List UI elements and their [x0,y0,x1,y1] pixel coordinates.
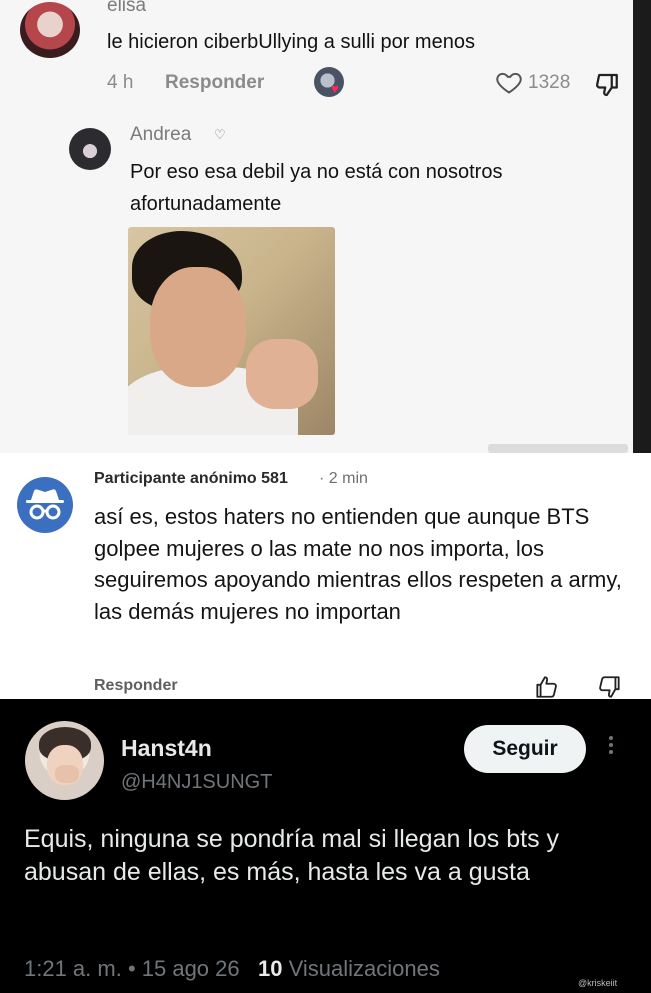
more-options-icon[interactable] [606,733,616,763]
heart-icon: ♡ [214,127,226,142]
views-count: 10 [257,956,283,981]
watermark: @kriskeiit [578,978,618,988]
comment-time: 4 h [107,72,134,93]
heart-icon: ♥ [331,81,339,96]
reply-author[interactable]: Andrea [130,124,191,146]
reply-image[interactable] [128,227,335,435]
reply-text: Por eso esa debil ya no está con nosotro… [130,161,503,215]
tweet-text: Equis, ninguna se pondría mal si llegan … [24,825,560,886]
follow-button[interactable]: Seguir [464,725,586,773]
handle[interactable]: @H4NJ1SUNGT [121,771,272,794]
comment-time: · 2 min [319,470,368,487]
display-name[interactable]: Hanst4n [121,735,212,762]
forum-comment-panel: Participante anónimo 581 · 2 min así es,… [0,453,651,699]
incognito-icon [17,477,73,533]
thumbs-down-icon[interactable] [597,674,623,700]
creator-liked-avatar [314,67,344,97]
thumbs-up-icon[interactable] [533,674,559,700]
dislike-icon[interactable] [593,70,623,100]
views-label: Visualizaciones [288,956,440,981]
reply-button[interactable]: Responder [94,677,178,695]
comment-author[interactable]: Participante anónimo 581 [94,470,288,488]
tweet-panel: Hanst4n @H4NJ1SUNGT Seguir Equis, ningun… [0,699,651,993]
heart-icon[interactable] [494,68,524,96]
avatar[interactable] [20,2,80,58]
comment-text: le hicieron ciberbUllying a sulli por me… [107,31,475,53]
comment-author[interactable]: elisa [107,0,146,17]
avatar[interactable] [69,128,111,170]
tiktok-comments-panel: elisa le hicieron ciberbUllying a sulli … [0,0,633,453]
tweet-timestamp[interactable]: 1:21 a. m. • 15 ago 26 [24,956,240,981]
watermark-strip [488,444,628,453]
tweet-meta: 1:21 a. m. • 15 ago 26 10 Visualizacione… [24,956,440,982]
like-count: 1328 [528,72,571,93]
panel-edge [633,0,651,453]
avatar[interactable] [25,721,104,800]
comment-text: así es, estos haters no entienden que au… [94,504,622,624]
reply-button[interactable]: Responder [165,72,264,94]
